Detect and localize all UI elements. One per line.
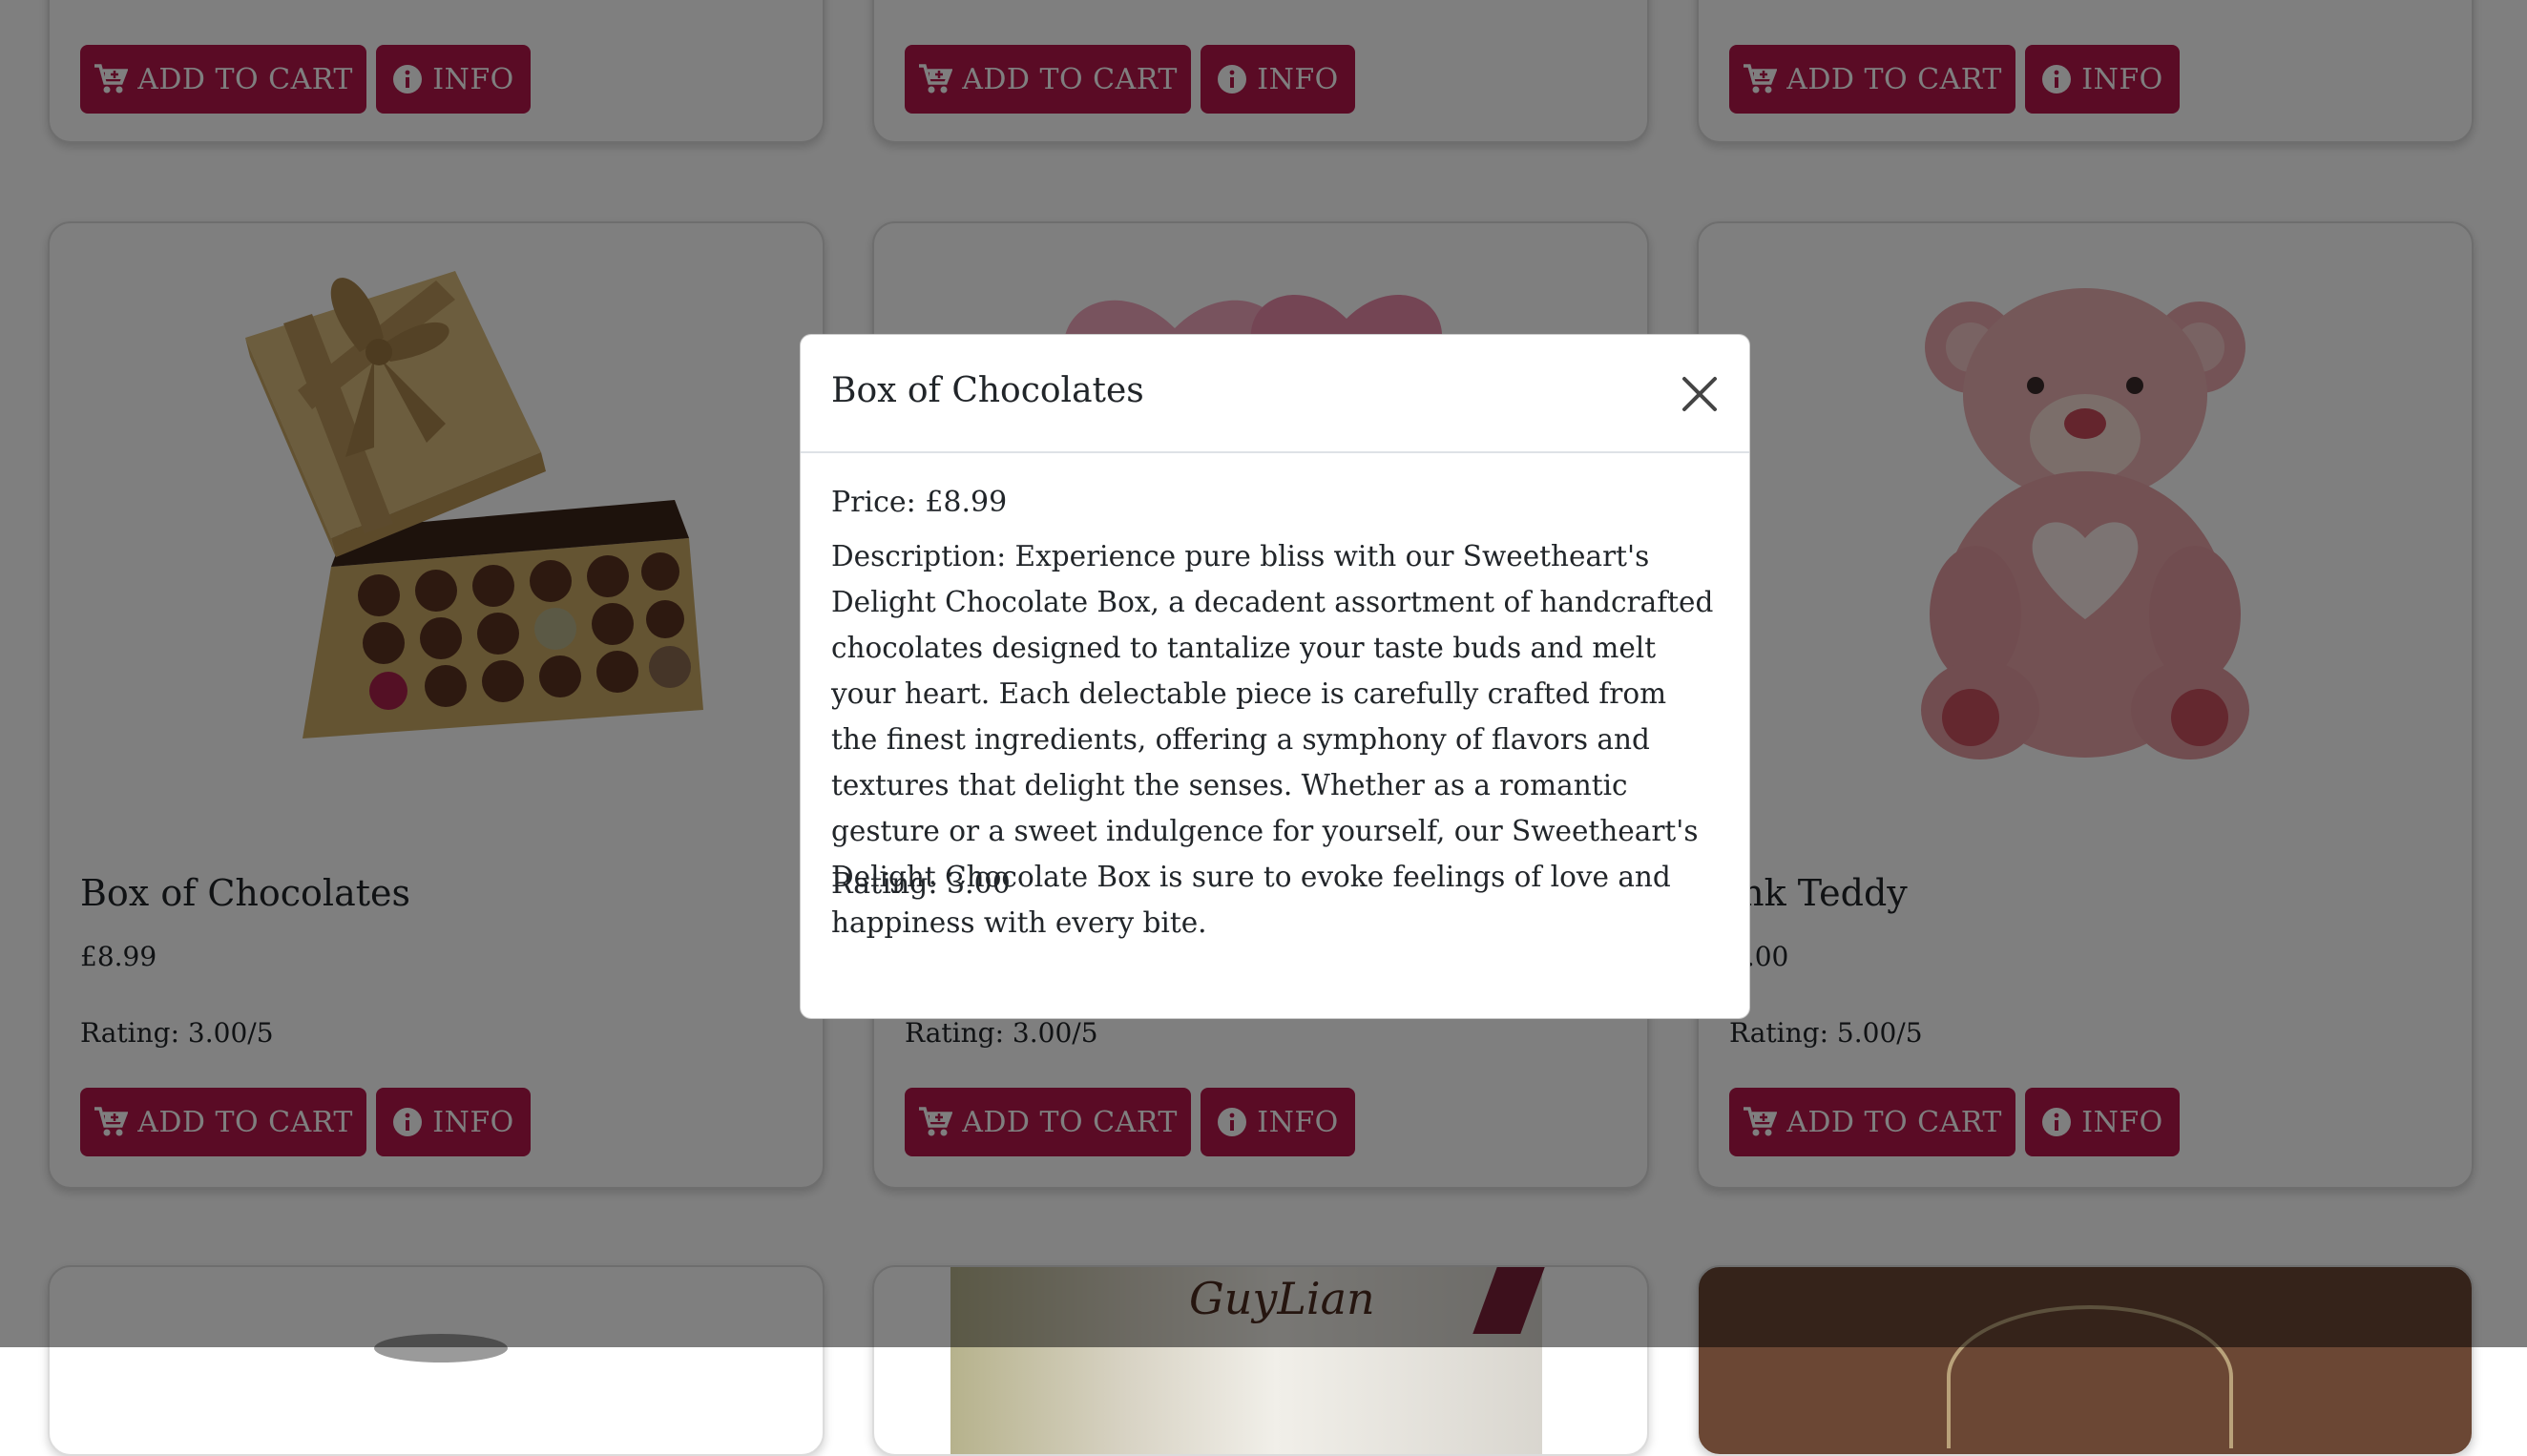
modal-price: Price: £8.99 (831, 486, 1008, 519)
modal-rating: Rating: 3.00 (831, 867, 1011, 901)
modal-title: Box of Chocolates (831, 371, 1144, 410)
product-info-modal: Box of Chocolates Price: £8.99 Descripti… (800, 334, 1750, 1019)
close-button[interactable] (1677, 371, 1723, 417)
modal-header: Box of Chocolates (801, 335, 1749, 453)
close-icon (1682, 377, 1717, 411)
